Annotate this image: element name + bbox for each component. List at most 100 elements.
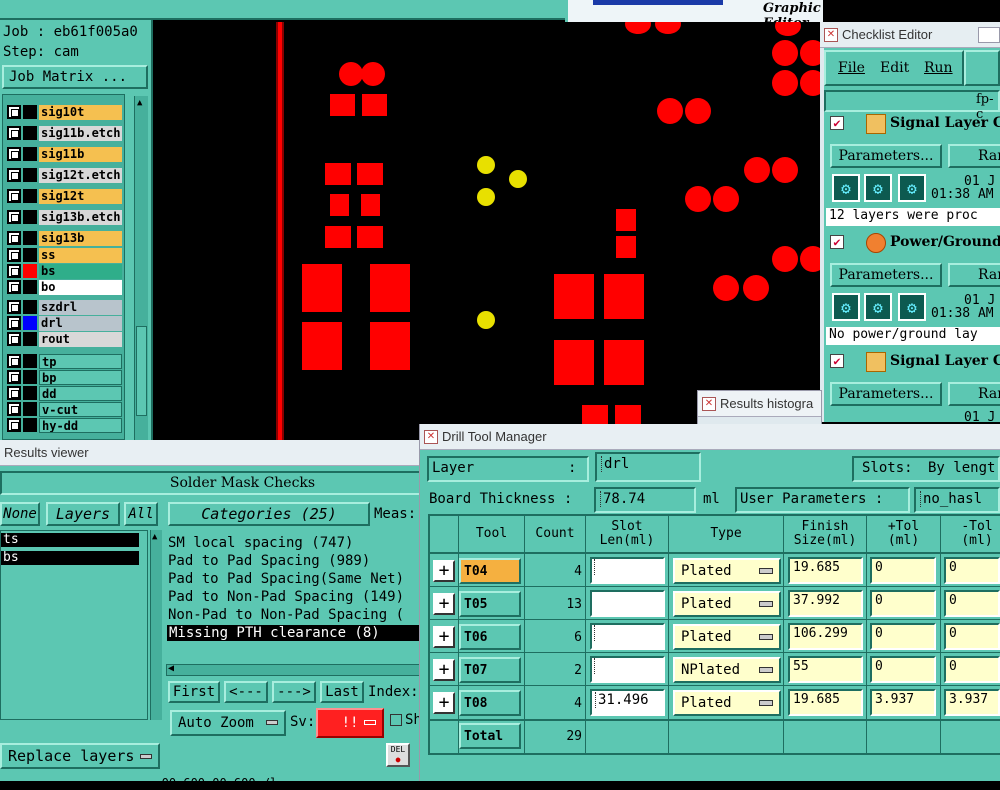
layer-name[interactable]: bs	[39, 263, 122, 279]
plus-tol-field[interactable]: 0	[870, 590, 936, 617]
menu-run[interactable]: Run	[924, 60, 953, 76]
slot-len-field[interactable]	[590, 623, 665, 650]
checklist-item-checkbox[interactable]: ✔	[830, 235, 844, 249]
layer-row[interactable]: ss	[5, 247, 122, 263]
erase-results-icon[interactable]: ⚙	[898, 293, 926, 321]
checklist-item-checkbox[interactable]: ✔	[830, 116, 844, 130]
type-dropdown[interactable]: Plated	[673, 591, 781, 617]
layer-checkbox[interactable]	[7, 210, 21, 224]
plus-tol-field[interactable]: 0	[870, 623, 936, 650]
layer-checkbox[interactable]	[7, 316, 21, 330]
finish-size-field[interactable]: 37.992	[788, 590, 863, 617]
layer-value[interactable]: drl	[601, 456, 629, 472]
layer-scrollbar[interactable]: ▲	[134, 96, 148, 440]
results-histogram-titlebar[interactable]: ✕ Results histogra	[698, 391, 821, 417]
layer-row[interactable]: drl	[5, 315, 122, 331]
category-item[interactable]: SM local spacing (747)	[168, 535, 353, 551]
expand-row-button[interactable]: +	[433, 626, 455, 648]
layer-name[interactable]: sig10t	[39, 104, 122, 120]
finish-size-field[interactable]: 106.299	[788, 623, 863, 650]
category-item-selected[interactable]: Missing PTH clearance (8)	[167, 625, 419, 641]
category-item[interactable]: Pad to Pad Spacing (989)	[168, 553, 370, 569]
slot-len-field[interactable]	[590, 656, 665, 683]
tool-button[interactable]: T04	[459, 558, 521, 584]
layer-row[interactable]: sig11b.etch	[5, 125, 122, 141]
last-button[interactable]: Last	[320, 681, 364, 703]
plus-tol-field[interactable]: 0	[870, 656, 936, 683]
slot-len-field[interactable]: 31.496	[590, 689, 665, 716]
ran-button[interactable]: Ran	[948, 263, 1000, 287]
layer-row[interactable]: sig12t	[5, 188, 122, 204]
layer-row[interactable]: sig13b.etch	[5, 209, 122, 225]
minus-tol-field[interactable]: 3.937	[944, 689, 1000, 716]
expand-row-button[interactable]: +	[433, 593, 455, 615]
layer-checkbox[interactable]	[7, 370, 21, 384]
finish-size-field[interactable]: 19.685	[788, 689, 863, 716]
slots-value[interactable]: By lengt	[928, 460, 995, 476]
type-dropdown[interactable]: NPlated	[673, 657, 781, 683]
layer-checkbox[interactable]	[7, 126, 21, 140]
layers-button[interactable]: Layers	[46, 502, 120, 526]
layer-checkbox[interactable]	[7, 189, 21, 203]
user-params-value[interactable]: no_hasl	[920, 491, 982, 507]
layer-checkbox[interactable]	[7, 402, 21, 416]
checklist-item-checkbox[interactable]: ✔	[830, 354, 844, 368]
parameters-button[interactable]: Parameters...	[830, 144, 942, 168]
plus-tol-field[interactable]: 3.937	[870, 689, 936, 716]
layer-row[interactable]: bs	[5, 263, 122, 279]
finish-size-field[interactable]: 55	[788, 656, 863, 683]
job-matrix-button[interactable]: Job Matrix ...	[2, 65, 148, 89]
minus-tol-field[interactable]: 0	[944, 656, 1000, 683]
layer-row[interactable]: dd	[5, 385, 122, 401]
layer-name[interactable]: sig11b.etch	[39, 125, 122, 141]
layer-checkbox[interactable]	[7, 332, 21, 346]
layer-name[interactable]: sig13b	[39, 230, 122, 246]
minus-tol-field[interactable]: 0	[944, 623, 1000, 650]
ran-button[interactable]: Ran	[948, 144, 1000, 168]
category-item[interactable]: Pad to Pad Spacing(Same Net)	[168, 571, 404, 587]
layer-row[interactable]: szdrl	[5, 299, 122, 315]
prev-button[interactable]: <---	[224, 681, 268, 703]
layer-checkbox[interactable]	[7, 280, 21, 294]
layer-name[interactable]: dd	[39, 385, 122, 401]
expand-row-button[interactable]: +	[433, 659, 455, 681]
expand-row-button[interactable]: +	[433, 692, 455, 714]
plus-tol-field[interactable]: 0	[870, 557, 936, 584]
layer-name[interactable]: drl	[39, 315, 122, 331]
erase-results-icon[interactable]: ⚙	[898, 174, 926, 202]
auto-zoom-button[interactable]: Auto Zoom	[170, 710, 286, 736]
layer-name[interactable]: sig12t	[39, 188, 122, 204]
layer-checkbox[interactable]	[7, 147, 21, 161]
layer-name[interactable]: v-cut	[39, 401, 122, 417]
parameters-button[interactable]: Parameters...	[830, 263, 942, 287]
layer-name[interactable]: szdrl	[39, 299, 122, 315]
layer-row[interactable]: sig10t	[5, 104, 122, 120]
layer-checkbox[interactable]	[7, 264, 21, 278]
layer-name[interactable]: ss	[39, 247, 122, 263]
run-icon[interactable]: ⚙	[832, 174, 860, 202]
category-item[interactable]: Non-Pad to Non-Pad Spacing (	[168, 607, 404, 623]
category-item[interactable]: Pad to Non-Pad Spacing (149)	[168, 589, 404, 605]
layer-checkbox[interactable]	[7, 300, 21, 314]
layer-checkbox[interactable]	[7, 354, 21, 368]
run-icon[interactable]: ⚙	[832, 293, 860, 321]
layer-name[interactable]: bo	[39, 279, 122, 295]
type-dropdown[interactable]: Plated	[673, 690, 781, 716]
ran-button[interactable]: Ran	[948, 382, 1000, 406]
layer-checkbox[interactable]	[7, 231, 21, 245]
minus-tol-field[interactable]: 0	[944, 590, 1000, 617]
layer-list-scrollbar[interactable]: ▲	[150, 530, 162, 720]
expand-row-button[interactable]: +	[433, 560, 455, 582]
pcb-canvas[interactable]	[155, 22, 825, 442]
minus-tol-field[interactable]: 0	[944, 557, 1000, 584]
show-results-icon[interactable]: ⚙	[864, 293, 892, 321]
layer-checkbox[interactable]	[7, 248, 21, 262]
scroll-up-arrow[interactable]: ▲	[152, 532, 157, 542]
layer-row[interactable]: sig12t.etch	[5, 167, 122, 183]
layer-row[interactable]: sig13b	[5, 230, 122, 246]
layer-row[interactable]: sig11b	[5, 146, 122, 162]
categories-hscrollbar[interactable]: ◀	[166, 663, 425, 676]
results-layer-item[interactable]: bs	[1, 551, 139, 565]
layer-checkbox[interactable]	[7, 418, 21, 432]
tool-button[interactable]: T06	[459, 624, 521, 650]
